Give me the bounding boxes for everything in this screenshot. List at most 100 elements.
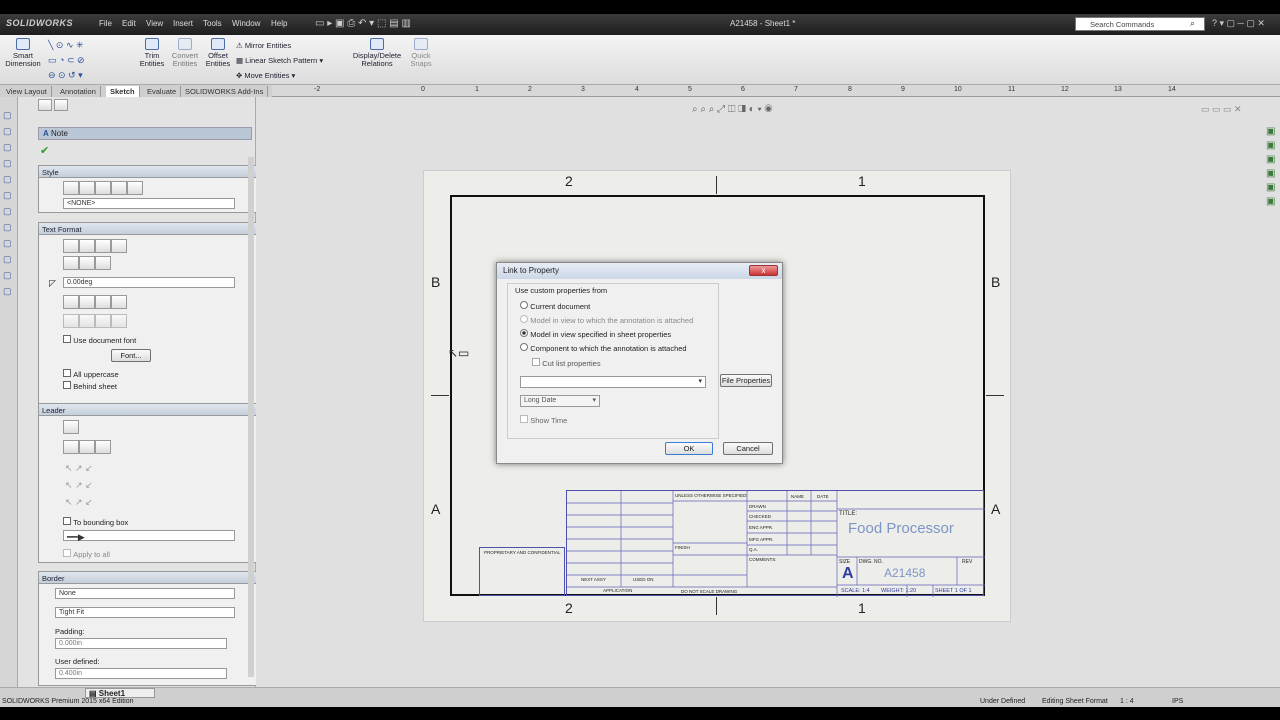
pm-tab-icons[interactable] [38,99,78,111]
mirror-entities-button[interactable]: ⚠ Mirror Entities [236,38,323,53]
surface-finish-icon[interactable] [79,314,95,328]
apply-to-all-row[interactable]: Apply to all [63,549,110,559]
hyperlink-icon[interactable] [63,295,79,309]
smart-dimension-button[interactable]: Smart Dimension [4,38,42,68]
quick-snaps-button[interactable]: Quick Snaps [408,38,434,68]
font-button[interactable]: Font... [111,349,151,362]
weld-icon[interactable] [111,314,127,328]
search-icon[interactable]: ⌕ [1190,18,1195,29]
behind-sheet-row[interactable]: Behind sheet [63,381,117,391]
align-right-icon[interactable] [95,239,111,253]
dialog-close-button[interactable]: x [749,265,778,276]
menu-file[interactable]: File [99,19,112,28]
align-center-icon[interactable] [79,239,95,253]
border-style-combo[interactable]: None [55,588,235,599]
all-uppercase-row[interactable]: All uppercase [63,369,119,379]
file-properties-button[interactable]: File Properties [720,374,772,387]
drawing-title[interactable]: Food Processor [848,520,954,537]
radio-current-document[interactable] [520,301,528,309]
valign-middle-icon[interactable] [79,256,95,270]
sketch-tool-icons[interactable]: ▢ ▢ ▢ ▢ ▢ ▢ ▢ ▢ ▢ ▢ ▢ ▢ [3,107,12,299]
valign-top-icon[interactable] [63,256,79,270]
gtol-icon[interactable] [63,314,79,328]
cut-list-checkbox[interactable] [532,358,540,366]
menu-view[interactable]: View [146,19,163,28]
move-entities-button[interactable]: ✥ Move Entities ▾ [236,68,323,83]
use-doc-font-checkbox[interactable] [63,335,71,343]
padding-input[interactable]: 0.000in [55,638,227,649]
offset-entities-button[interactable]: Offset Entities [204,38,232,68]
bounding-box-row[interactable]: To bounding box [63,517,128,527]
date-format-combo[interactable]: Long Date ▾ [520,395,600,407]
units-status[interactable]: IPS [1172,698,1183,705]
show-time-row[interactable]: Show Time [520,415,567,425]
underline-leader-icon[interactable] [95,440,111,454]
radio-model-attached[interactable] [520,315,528,323]
heads-up-toolbar[interactable]: ⌕ ⌕ ⌕ ⤢ ◫ ◨ ◐ ▾ ◉ [692,104,772,115]
pm-scrollbar[interactable] [248,157,254,677]
stack-icon[interactable] [111,295,127,309]
leader-attach-icons[interactable]: ↖ ↗ ↙ ↖ ↗ ↙ ↖ ↗ ↙ [65,460,93,511]
bent-leader-icon[interactable] [79,440,95,454]
behind-sheet-checkbox[interactable] [63,381,71,389]
style-header[interactable]: Style [39,166,257,178]
option-current-document[interactable]: Current document [520,301,590,311]
menu-insert[interactable]: Insert [173,19,193,28]
all-uppercase-checkbox[interactable] [63,369,71,377]
justify-icon[interactable] [111,239,127,253]
style-btn[interactable] [63,181,79,195]
sketch-tools-icons[interactable]: ╲ ⊙ ∿ ✳ ▭ ◔ ⊂ ⊘ ⊖ ⊙ ↺ ▾ [48,38,132,83]
valign-bottom-icon[interactable] [95,256,111,270]
datum-icon[interactable] [95,314,111,328]
option-model-sheet[interactable]: Model in view specified in sheet propert… [520,329,671,339]
trim-entities-button[interactable]: Trim Entities [138,38,166,68]
bounding-box-checkbox[interactable] [63,517,71,525]
radio-model-sheet[interactable] [520,329,528,337]
user-defined-input[interactable]: 0.400in [55,668,227,679]
angle-input[interactable]: 0.00deg [63,277,235,288]
task-pane-icons[interactable]: ▣ ▣ ▣ ▣ ▣ ▣ [1266,125,1275,209]
tab-evaluate[interactable]: Evaluate [143,86,182,97]
feature-tree-icon[interactable] [38,99,52,111]
style-combo[interactable]: <NONE> [63,198,235,209]
tab-view-layout[interactable]: View Layout [2,86,52,97]
sheet-tab[interactable]: ▤ Sheet1 [85,688,155,698]
show-time-checkbox[interactable] [520,415,528,423]
radio-component[interactable] [520,343,528,351]
search-input[interactable]: Search Commands [1075,17,1205,31]
style-btn[interactable] [127,181,143,195]
align-left-icon[interactable] [63,239,79,253]
menu-tools[interactable]: Tools [203,19,222,28]
property-manager-icon[interactable] [54,99,69,111]
style-btn[interactable] [79,181,95,195]
leader-icon[interactable] [63,420,79,434]
cut-list-row[interactable]: Cut list properties [532,358,601,368]
help-icon[interactable]: ? ▾ ▢ ─ ▢ ✕ [1212,18,1265,29]
style-btn[interactable] [95,181,111,195]
link-property-icon[interactable] [79,295,95,309]
leader-header[interactable]: Leader [39,404,257,416]
arrow-style-combo[interactable]: ━━▶ [63,530,235,542]
option-component[interactable]: Component to which the annotation is att… [520,343,687,353]
cancel-button[interactable]: Cancel [723,442,773,455]
property-combo[interactable]: ▾ [520,376,706,388]
symbol-icon[interactable] [95,295,111,309]
tab-sketch[interactable]: Sketch [106,86,140,97]
drawing-number[interactable]: A21458 [884,566,925,580]
use-doc-font-row[interactable]: Use document font [63,335,136,345]
window-controls[interactable]: ▭ ▭ ▭ ✕ [1201,104,1242,115]
option-model-attached[interactable]: Model in view to which the annotation is… [520,315,693,325]
menu-help[interactable]: Help [271,19,287,28]
tab-annotation[interactable]: Annotation [56,86,101,97]
apply-to-all-checkbox[interactable] [63,549,71,557]
ok-check-icon[interactable]: ✔ [40,144,49,157]
display-delete-relations-button[interactable]: Display/Delete Relations [350,38,404,68]
convert-entities-button[interactable]: Convert Entities [170,38,200,68]
menu-edit[interactable]: Edit [122,19,136,28]
straight-leader-icon[interactable] [63,440,79,454]
border-fit-combo[interactable]: Tight Fit [55,607,235,618]
tab-addins[interactable]: SOLIDWORKS Add-Ins [181,86,269,97]
linear-pattern-button[interactable]: ▦ Linear Sketch Pattern ▾ [236,53,323,68]
style-btn[interactable] [111,181,127,195]
ok-button[interactable]: OK [665,442,713,455]
